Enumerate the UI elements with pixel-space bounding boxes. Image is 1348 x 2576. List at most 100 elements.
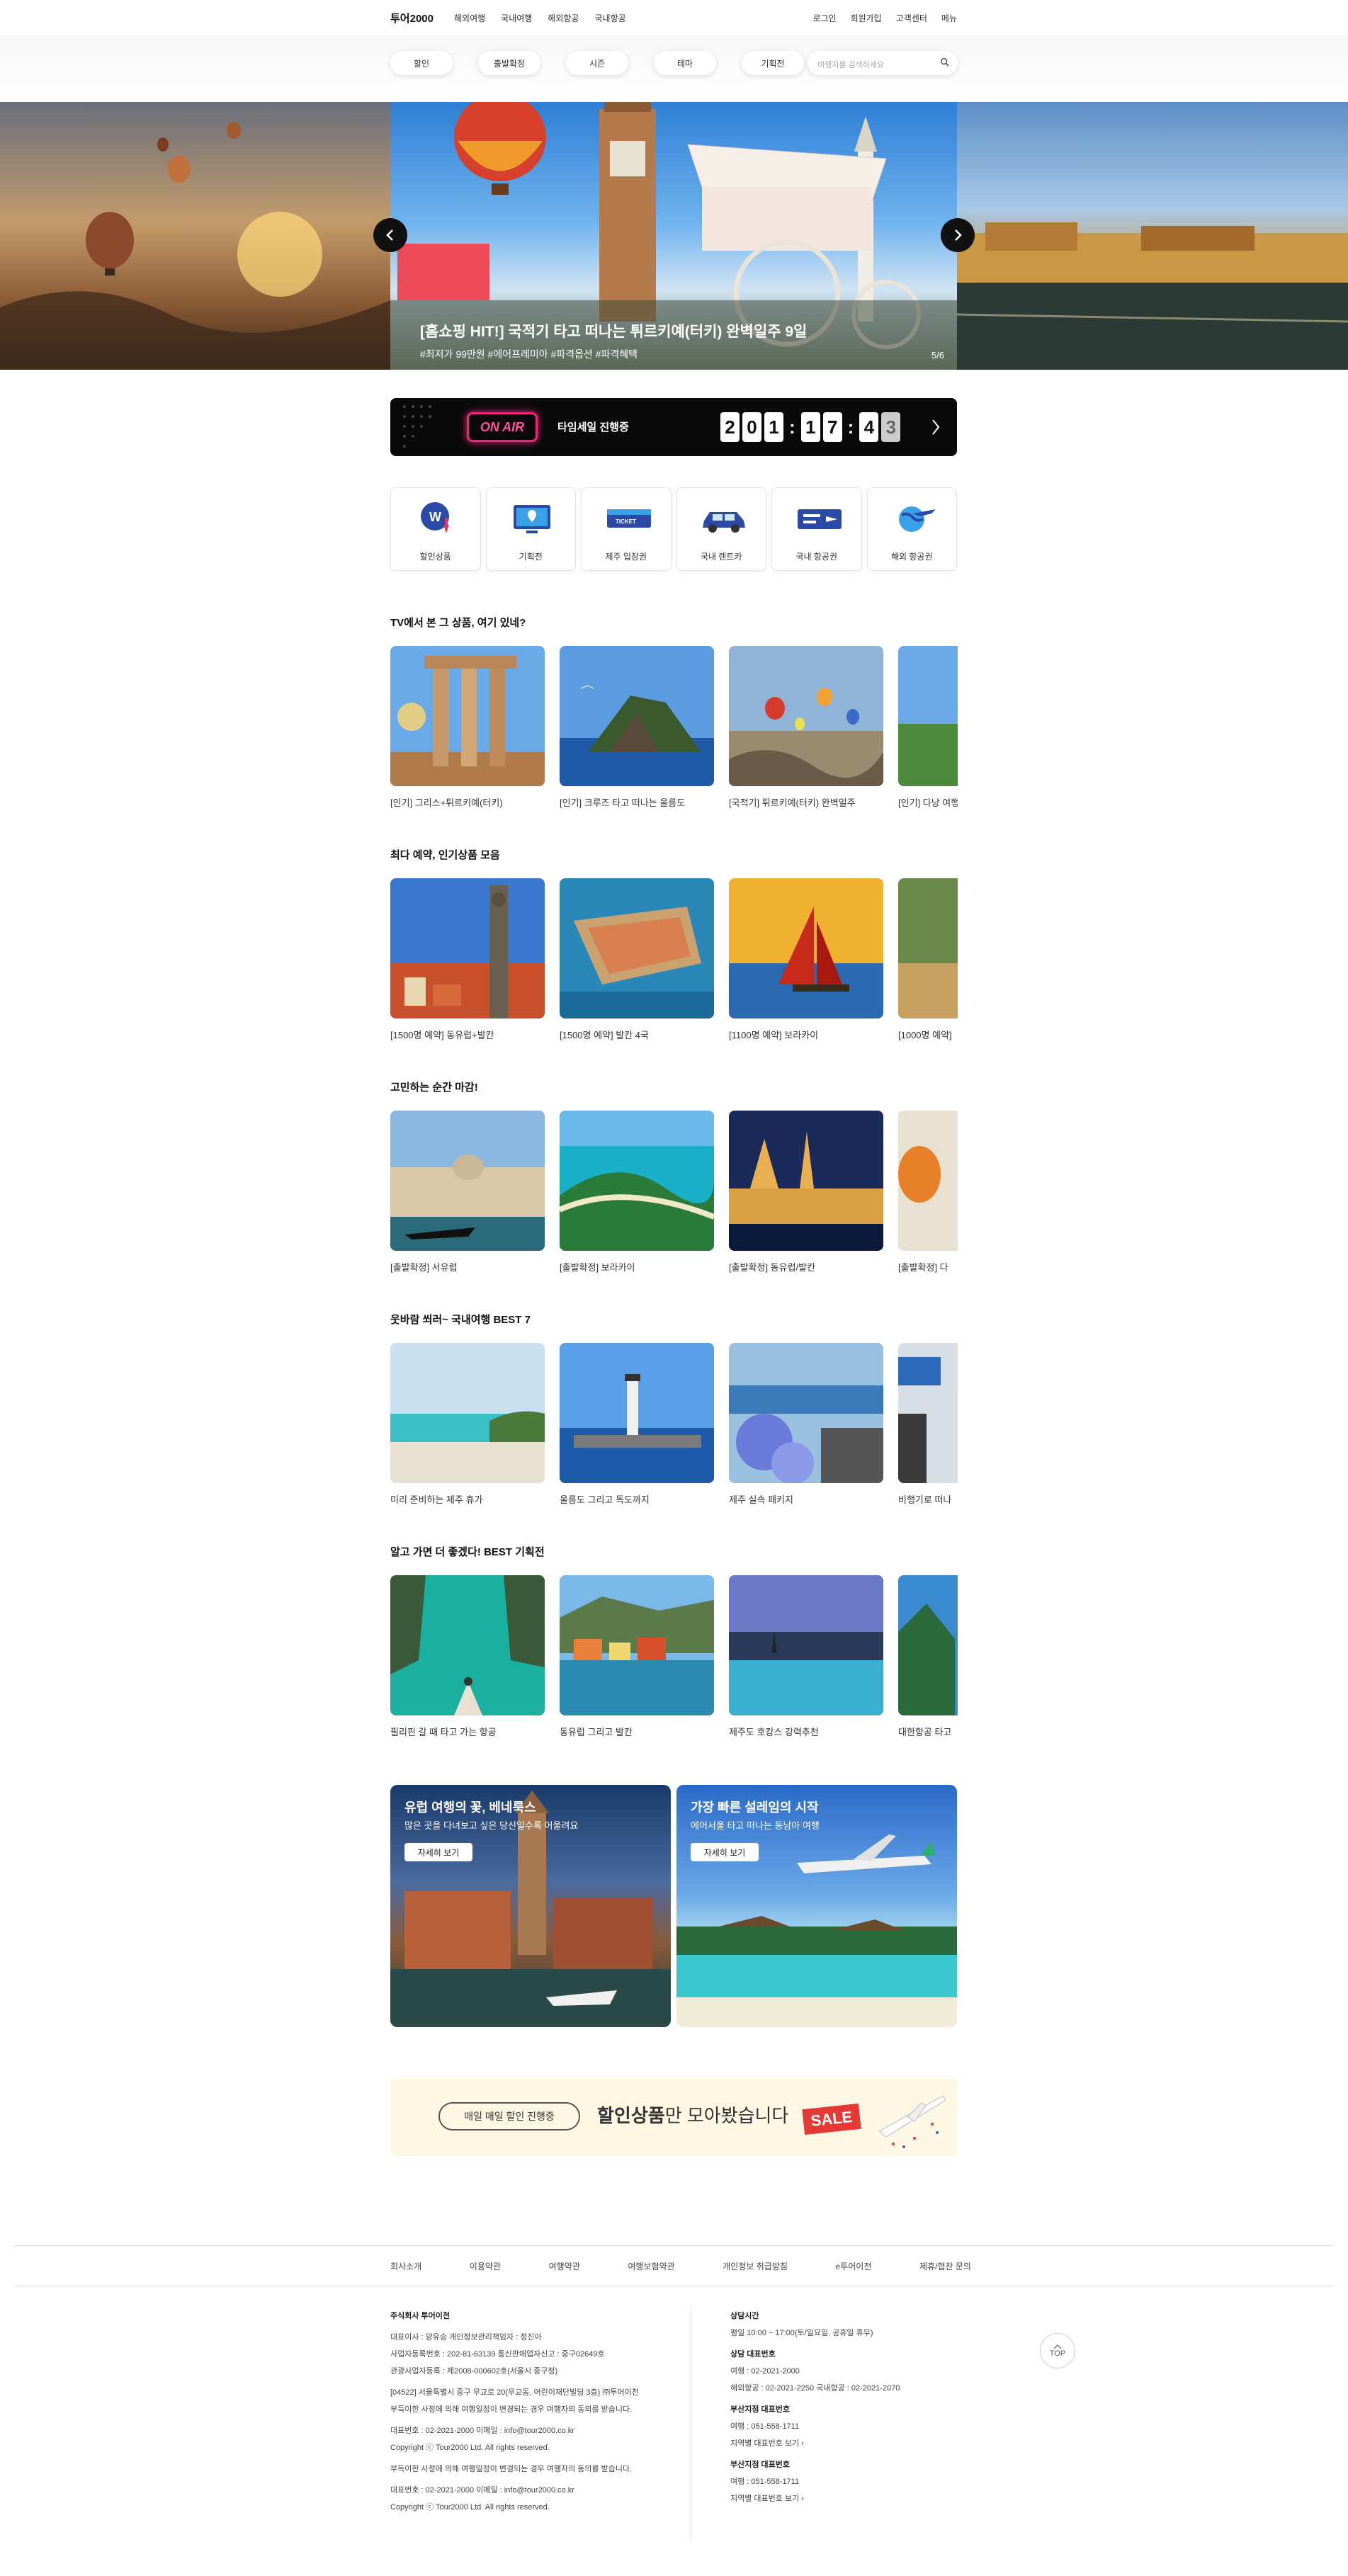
promo-benelux[interactable]: 유럽 여행의 꽃, 베네룩스 많은 곳을 다녀보고 싶은 당신일수록 어울려요 … <box>390 1785 671 2027</box>
product-image <box>560 646 714 786</box>
regional-link-label: 지역별 대표번호 보기 <box>730 2495 800 2503</box>
hero-prev-slide <box>0 102 390 370</box>
footer-link-travel-terms[interactable]: 여행약관 <box>549 2260 580 2272</box>
product-title: [인기] 크루즈 타고 떠나는 울릉도 <box>560 798 686 808</box>
busan-number: 여행 : 051-558-1711 <box>730 2478 800 2486</box>
category-rent-car[interactable]: 국내 렌트카 <box>676 487 766 571</box>
promo-airseoul[interactable]: 가장 빠른 설레임의 시작 에어서울 타고 떠나는 동남아 여행 자세히 보기 <box>676 1785 957 2027</box>
hero-next-button[interactable] <box>941 218 975 252</box>
hero-prev-button[interactable] <box>373 218 407 252</box>
product-card[interactable]: 동유럽 그리고 발칸 <box>560 1575 714 1738</box>
login-link[interactable]: 로그인 <box>812 12 836 24</box>
hero-subtitle: #최저가 99만원 #에어프레미아 #파격옵션 #파격혜택 <box>420 348 638 360</box>
product-card[interactable]: [인기] 그리스+튀르키예(터키) <box>390 646 545 809</box>
category-label: 해외 항공권 <box>890 552 933 562</box>
hero-next-slide <box>956 102 1348 370</box>
search-icon[interactable] <box>940 57 949 67</box>
product-image <box>390 1111 545 1251</box>
sale-tag: SALE <box>802 2103 861 2135</box>
product-card[interactable]: [출발확정] 서유럽 <box>390 1111 545 1273</box>
product-card[interactable]: [1500명 예약] 발칸 4국 <box>560 878 714 1041</box>
menu-link[interactable]: 메뉴 <box>941 12 957 24</box>
product-card[interactable]: [출발확정] 보라카이 <box>560 1111 714 1273</box>
footer-link-privacy[interactable]: 개인정보 취급방침 <box>723 2260 788 2272</box>
filter-promotion[interactable]: 기획전 <box>742 51 804 75</box>
product-image <box>560 1343 714 1483</box>
chevron-right-icon[interactable] <box>930 417 941 437</box>
regional-numbers-link[interactable]: 지역별 대표번호 보기 › <box>730 2490 964 2507</box>
car-icon <box>702 512 745 533</box>
logo[interactable]: 투어2000 <box>390 11 434 25</box>
top-label: TOP <box>1049 2349 1066 2358</box>
product-image <box>560 1111 714 1251</box>
discount-coin-icon: W <box>421 502 449 533</box>
product-card[interactable]: 제주도 호캉스 강력추천 <box>729 1575 883 1738</box>
product-card[interactable]: 울릉도 그리고 독도까지 <box>560 1343 714 1506</box>
product-image <box>390 1343 545 1483</box>
product-title: 제주도 호캉스 강력추천 <box>729 1727 819 1737</box>
product-card[interactable]: 미리 준비하는 제주 휴가 <box>390 1343 545 1506</box>
footer-link-partnership[interactable]: 제휴/협찬 문의 <box>919 2260 971 2272</box>
search-input[interactable]: 여행지를 검색하세요 <box>808 51 958 75</box>
footer-link-terms[interactable]: 이용약관 <box>470 2260 501 2272</box>
product-card[interactable]: [1500명 예약] 동유럽+발칸 <box>390 878 545 1041</box>
nav-domestic[interactable]: 국내여행 <box>501 12 532 24</box>
category-overseas-air[interactable]: 해외 항공권 <box>866 487 957 571</box>
company-name: 주식회사 투어이천 <box>390 2312 451 2320</box>
countdown-digit: 1 <box>764 412 783 442</box>
product-card[interactable]: [출발확정] 동유럽/발칸 <box>729 1111 883 1273</box>
footer-info: 주식회사 투어이천 대표이사 : 양유승 개인정보관리책임자 : 정진아 사업자… <box>390 2308 957 2541</box>
product-title: [출발확정] 보라카이 <box>560 1262 635 1273</box>
footer-link-about[interactable]: 회사소개 <box>390 2260 421 2272</box>
footer-link-etour[interactable]: e투어이전 <box>836 2260 872 2272</box>
category-promotion[interactable]: 기획전 <box>485 487 576 571</box>
globe-plane-icon <box>898 506 936 532</box>
footer-link-insurance[interactable]: 여행보험약관 <box>628 2260 674 2272</box>
promo-title: 유럽 여행의 꽃, 베네룩스 <box>404 1800 536 1815</box>
info-line: Copyright ⓒ Tour2000 Ltd. All rights res… <box>390 2444 550 2452</box>
support-link[interactable]: 고객센터 <box>896 12 927 24</box>
regional-numbers-link[interactable]: 지역별 대표번호 보기 › <box>730 2435 964 2452</box>
product-title: 미리 준비하는 제주 휴가 <box>390 1494 483 1505</box>
category-discount[interactable]: W 할인상품 <box>390 487 481 571</box>
product-title: [1500명 예약] 발칸 4국 <box>560 1030 649 1040</box>
hero-title[interactable]: [홈쇼핑 HIT!] 국적기 타고 떠나는 튀르키예(터키) 완벽일주 9일 <box>420 320 807 341</box>
filter-season[interactable]: 시즌 <box>566 51 628 75</box>
category-domestic-air[interactable]: 국내 항공권 <box>771 487 862 571</box>
time-sale-banner[interactable]: ON AIR 타임세일 진행중 2 0 1 : 1 7 : 4 3 <box>390 398 957 456</box>
filter-confirmed[interactable]: 출발확정 <box>478 51 540 75</box>
scroll-top-button[interactable]: TOP <box>1040 2333 1075 2368</box>
discount-banner[interactable]: 매일 매일 할인 진행중 할인상품만 모아봤습니다 SALE <box>390 2078 957 2156</box>
nav-overseas[interactable]: 해외여행 <box>454 12 485 24</box>
product-card[interactable]: [국적기] 튀르키예(터키) 완벽일주 <box>729 646 883 809</box>
product-card[interactable]: 필리핀 갈 때 타고 가는 항공 <box>390 1575 545 1738</box>
on-air-badge: ON AIR <box>467 412 538 442</box>
countdown-colon: : <box>847 416 854 438</box>
signup-link[interactable]: 회원가입 <box>851 12 882 24</box>
product-card[interactable]: 제주 실속 패키지 <box>729 1343 883 1506</box>
filter-theme[interactable]: 테마 <box>654 51 716 75</box>
countdown: 2 0 1 : 1 7 : 4 3 <box>720 412 901 442</box>
product-card[interactable]: [인기] 크루즈 타고 떠나는 울릉도 <box>560 646 714 809</box>
product-image <box>560 878 714 1019</box>
product-image <box>560 1575 714 1715</box>
product-title: [1100명 예약] 보라카이 <box>729 1030 819 1040</box>
product-image <box>390 646 545 786</box>
filter-discount[interactable]: 할인 <box>390 51 453 75</box>
chevron-right-icon <box>955 229 962 241</box>
nav-overseas-air[interactable]: 해외항공 <box>548 12 579 24</box>
promo-title: 가장 빠른 설레임의 시작 <box>691 1800 819 1815</box>
hero-active-slide[interactable]: [홈쇼핑 HIT!] 국적기 타고 떠나는 튀르키예(터키) 완벽일주 9일 #… <box>390 102 957 370</box>
promo-detail-button[interactable]: 자세히 보기 <box>404 1843 472 1861</box>
promo-detail-button[interactable]: 자세히 보기 <box>691 1843 759 1861</box>
chevron-right-icon: › <box>801 2495 804 2503</box>
product-title: 필리핀 갈 때 타고 가는 항공 <box>390 1727 497 1737</box>
category-label: 기획전 <box>519 552 543 562</box>
product-card[interactable]: [1100명 예약] 보라카이 <box>729 878 883 1041</box>
nav-domestic-air[interactable]: 국내항공 <box>595 12 626 24</box>
product-image <box>729 1343 883 1483</box>
category-jeju-ticket[interactable]: TICKET 제주 입장권 <box>581 487 672 571</box>
countdown-digit: 4 <box>859 412 879 442</box>
util-nav: 로그인 회원가입 고객센터 메뉴 <box>812 12 957 24</box>
chevron-right-icon: › <box>801 2439 804 2448</box>
